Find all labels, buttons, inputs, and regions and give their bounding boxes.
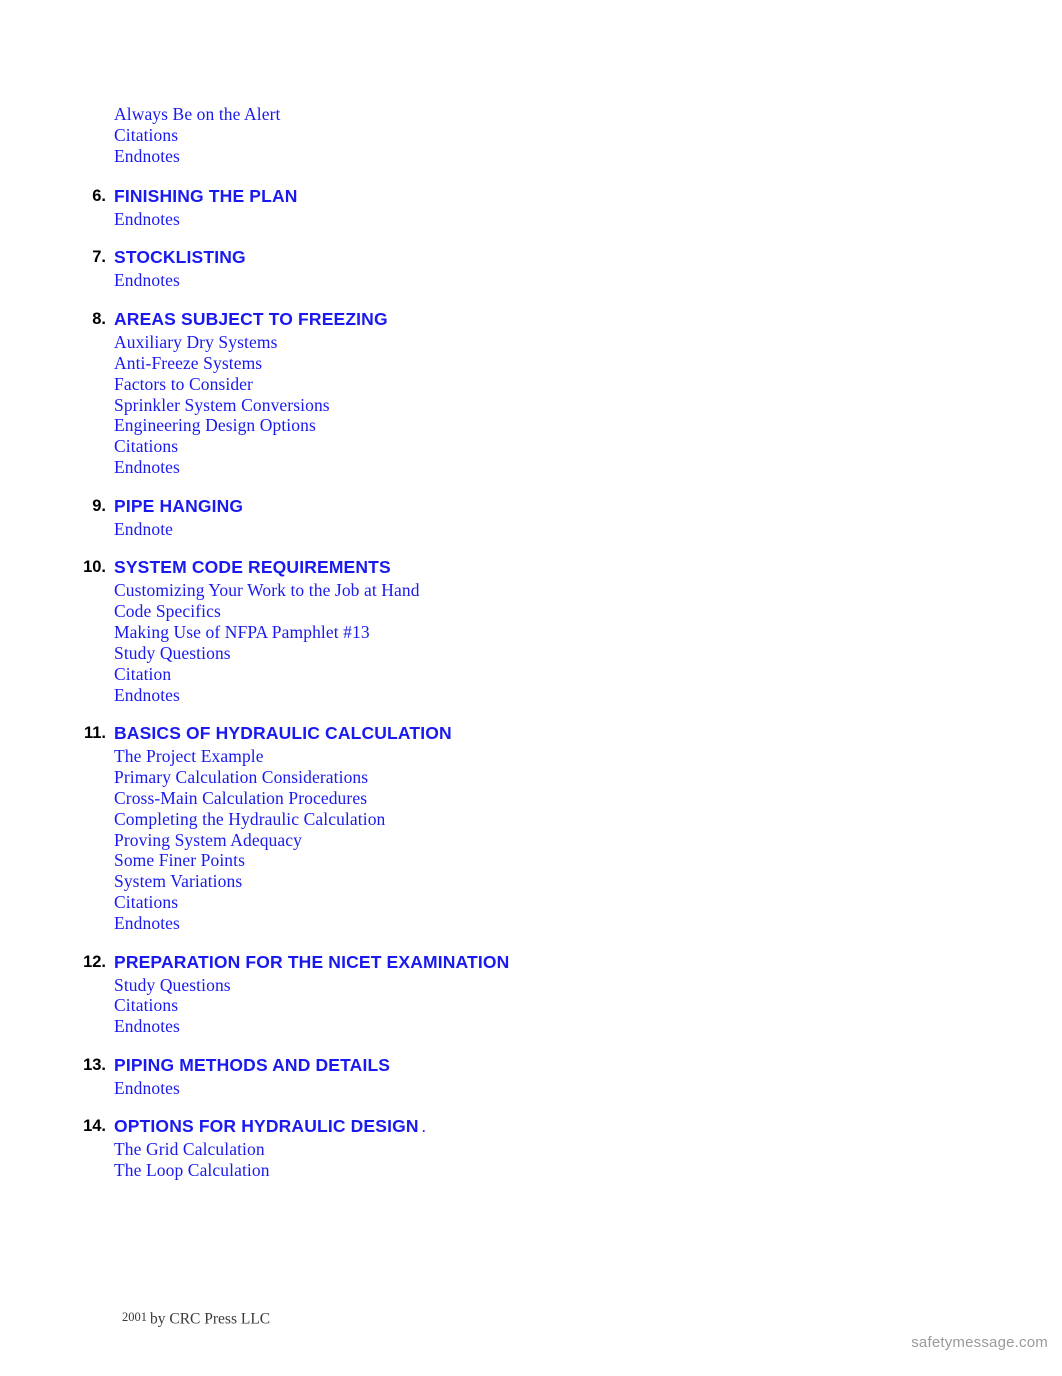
toc-subitem[interactable]: Endnotes: [114, 1016, 231, 1037]
toc-subitem[interactable]: System Variations: [114, 871, 385, 892]
toc-subitem[interactable]: Endnotes: [114, 146, 280, 167]
toc-subitem[interactable]: Endnotes: [114, 685, 420, 706]
toc-subitem-list: Auxiliary Dry Systems Anti-Freeze Systems…: [114, 332, 330, 478]
toc-subitem[interactable]: Citations: [114, 995, 231, 1016]
toc-subitem[interactable]: Completing the Hydraulic Calculation: [114, 809, 385, 830]
toc-subitem[interactable]: Endnotes: [114, 209, 180, 230]
continued-subitem-list: Always Be on the Alert Citations Endnotes: [114, 104, 280, 167]
toc-section-title-text: BASICS OF HYDRAULIC CALCULATION: [114, 722, 452, 743]
copyright-footer: 2001 by CRC Press LLC: [122, 1310, 270, 1329]
toc-subitem[interactable]: Primary Calculation Considerations: [114, 767, 385, 788]
toc-subitem[interactable]: Study Questions: [114, 643, 420, 664]
toc-section-number: 13.: [83, 1055, 106, 1074]
toc-section-title[interactable]: PREPARATION FOR THE NICET EXAMINATION: [114, 951, 509, 973]
toc-section-title-text: OPTIONS FOR HYDRAULIC DESIGN: [114, 1116, 419, 1137]
toc-subitem-list: Endnote: [114, 519, 173, 540]
toc-subitem[interactable]: Citations: [114, 125, 280, 146]
toc-section-number: 6.: [92, 187, 106, 205]
toc-subitem[interactable]: Some Finer Points: [114, 850, 385, 871]
toc-subitem[interactable]: Study Questions: [114, 975, 231, 996]
toc-section-number: 8.: [92, 309, 106, 328]
toc-subitem[interactable]: Citations: [114, 436, 330, 457]
toc-section-title[interactable]: OPTIONS FOR HYDRAULIC DESIGN.: [114, 1115, 426, 1138]
toc-section-title-text: PIPE HANGING: [114, 495, 244, 516]
toc-subitem[interactable]: Proving System Adequacy: [114, 830, 385, 851]
toc-leader-dot: .: [421, 1117, 427, 1137]
copyright-text: by CRC Press LLC: [150, 1310, 271, 1328]
toc-subitem[interactable]: Code Specifics: [114, 601, 420, 622]
toc-subitem[interactable]: Auxiliary Dry Systems: [114, 332, 330, 353]
toc-subitem-list: Customizing Your Work to the Job at Hand…: [114, 580, 420, 705]
toc-subitem[interactable]: Engineering Design Options: [114, 415, 330, 436]
toc-subitem[interactable]: Factors to Consider: [114, 374, 330, 395]
toc-section-title[interactable]: STOCKLISTING: [114, 246, 246, 268]
toc-subitem[interactable]: Endnotes: [114, 913, 385, 934]
toc-subitem-list: The Project Example Primary Calculation C…: [114, 746, 385, 934]
toc-section-number: 14.: [83, 1117, 106, 1136]
toc-section-number: 9.: [92, 496, 106, 515]
toc-subitem[interactable]: Endnotes: [114, 1078, 180, 1099]
toc-section-title-text: PREPARATION FOR THE NICET EXAMINATION: [114, 951, 510, 972]
toc-subitem[interactable]: Cross-Main Calculation Procedures: [114, 788, 385, 809]
toc-section-number: 11.: [83, 723, 106, 742]
toc-section-title[interactable]: BASICS OF HYDRAULIC CALCULATION: [114, 722, 452, 744]
watermark: safetymessage.com: [911, 1334, 1048, 1351]
toc-subitem[interactable]: The Grid Calculation: [114, 1139, 270, 1160]
toc-subitem[interactable]: Anti-Freeze Systems: [114, 353, 330, 374]
toc-section-number: 7.: [92, 248, 106, 267]
toc-subitem-list: Study Questions Citations Endnotes: [114, 975, 231, 1038]
toc-subitem[interactable]: Making Use of NFPA Pamphlet #13: [114, 622, 420, 643]
toc-section-title[interactable]: PIPING METHODS AND DETAILS: [114, 1054, 390, 1076]
toc-subitem[interactable]: Sprinkler System Conversions: [114, 395, 330, 416]
toc-subitem[interactable]: Customizing Your Work to the Job at Hand: [114, 580, 420, 601]
toc-subitem[interactable]: Always Be on the Alert: [114, 104, 280, 125]
toc-subitem-list: Endnotes: [114, 270, 180, 291]
toc-section-title-text: PIPING METHODS AND DETAILS: [114, 1054, 391, 1075]
toc-subitem-list: Endnotes: [114, 1078, 180, 1099]
toc-subitem[interactable]: The Loop Calculation: [114, 1160, 270, 1181]
toc-subitem[interactable]: Endnotes: [114, 270, 180, 291]
toc-section-number: 12.: [83, 952, 106, 971]
toc-section-title-text: STOCKLISTING: [114, 247, 246, 268]
toc-section-number: 10.: [83, 558, 106, 576]
toc-subitem[interactable]: Endnote: [114, 519, 173, 540]
toc-section-title-text: AREAS SUBJECT TO FREEZING: [114, 308, 388, 329]
toc-section-title-text: SYSTEM CODE REQUIREMENTS: [114, 557, 391, 577]
toc-subitem[interactable]: Citations: [114, 892, 385, 913]
toc-subitem-list: Endnotes: [114, 209, 180, 230]
toc-section-title[interactable]: SYSTEM CODE REQUIREMENTS: [114, 556, 391, 578]
toc-section-title-text: FINISHING THE PLAN: [114, 186, 298, 206]
toc-subitem-list: The Grid Calculation The Loop Calculation: [114, 1139, 270, 1181]
toc-section-title[interactable]: AREAS SUBJECT TO FREEZING: [114, 308, 388, 330]
toc-subitem[interactable]: The Project Example: [114, 746, 385, 767]
document-page: Always Be on the Alert Citations Endnotes …: [0, 0, 1062, 1376]
toc-subitem[interactable]: Citation: [114, 664, 420, 685]
copyright-year: 2001: [122, 1310, 147, 1324]
toc-section-title[interactable]: FINISHING THE PLAN: [114, 185, 298, 207]
toc-subitem[interactable]: Endnotes: [114, 457, 330, 478]
toc-section-title[interactable]: PIPE HANGING: [114, 495, 243, 517]
